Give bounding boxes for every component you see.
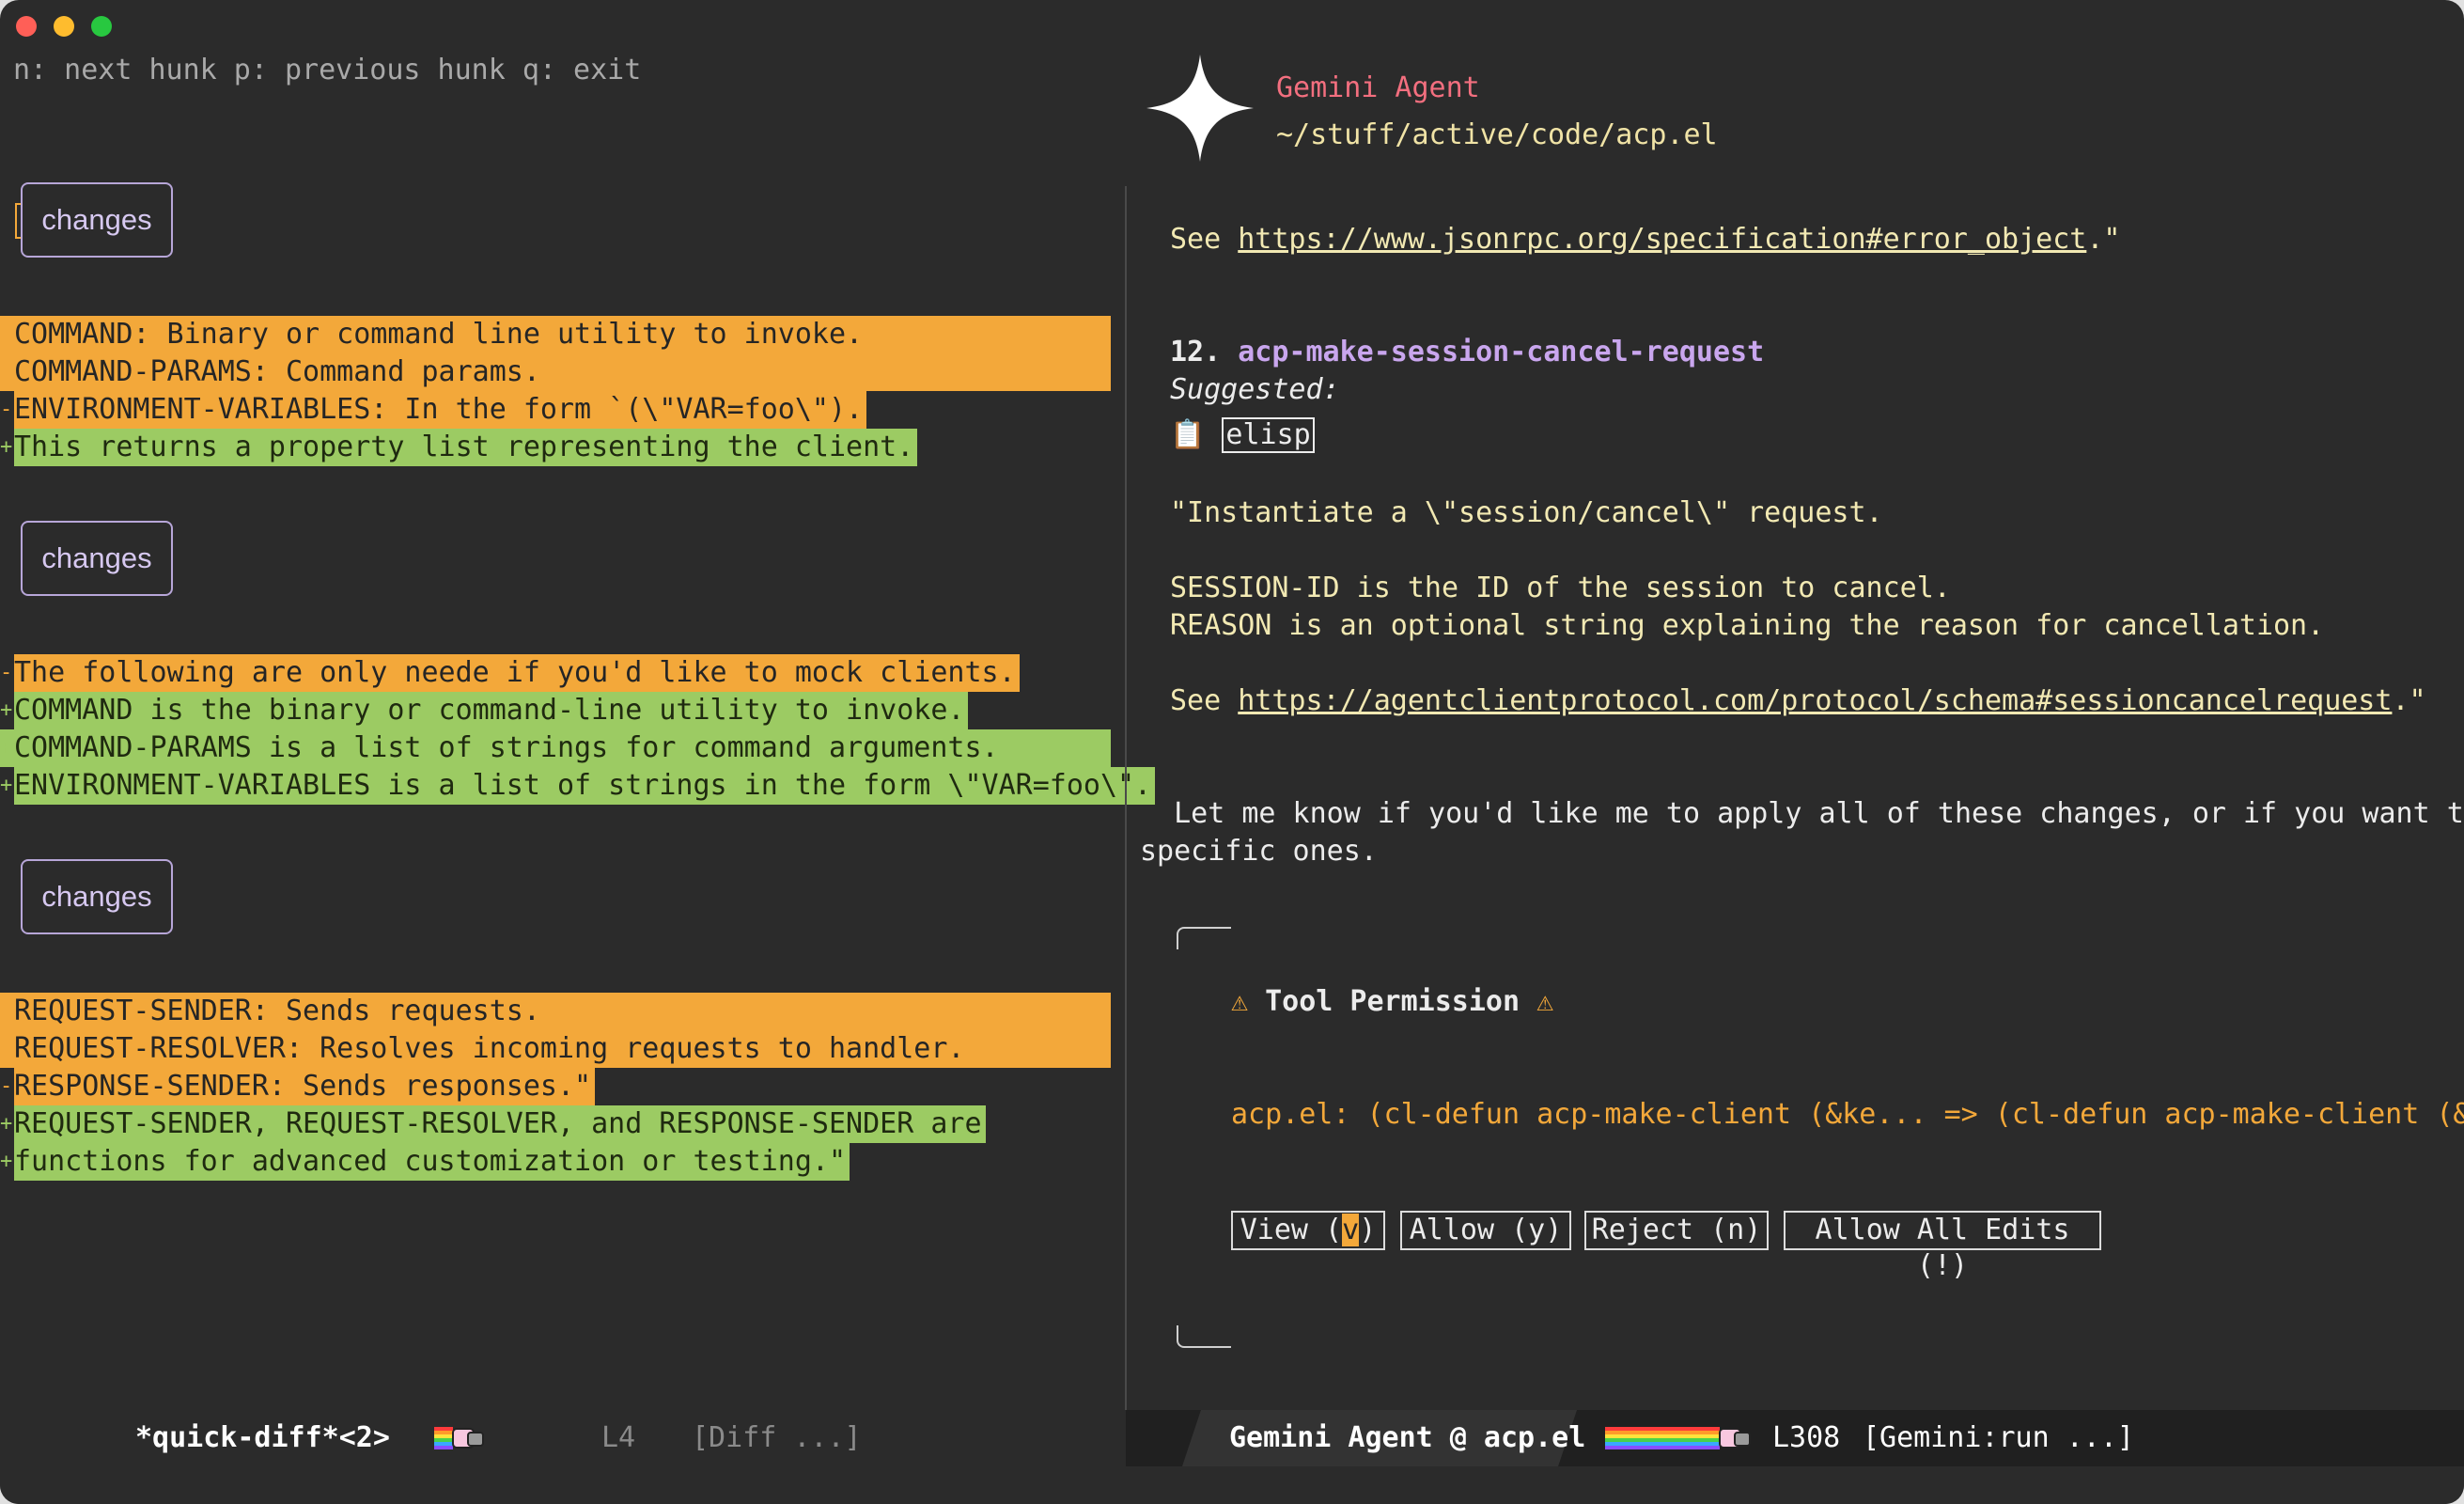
diff-added-line: + This returns a property list representi… <box>0 429 1111 466</box>
permission-frame-bottom <box>1177 1325 1231 1348</box>
diff-line-text: The following are only neede if you'd li… <box>14 654 1020 692</box>
suggested-label: Suggested: <box>1170 373 1340 406</box>
tool-permission-description: acp.el: (cl-defun acp-make-client (&ke..… <box>1231 1098 2464 1131</box>
right-major-mode[interactable]: [Gemini:run ...] <box>1863 1419 2134 1457</box>
diff-sign: - <box>0 398 13 421</box>
diff-line-text: This returns a property list representin… <box>14 429 918 466</box>
diff-sign: - <box>0 661 13 684</box>
diff-added-line: + REQUEST-SENDER, REQUEST-RESOLVER, and R… <box>0 1105 1111 1143</box>
diff-sign: + <box>0 1150 13 1173</box>
agent-path: ~/stuff/active/code/acp.el <box>1276 118 1718 151</box>
diff-line-text: functions for advanced customization or … <box>14 1143 850 1181</box>
view-key: v <box>1342 1214 1360 1246</box>
echo-area[interactable] <box>0 1466 2464 1504</box>
diff-line-text: ENVIRONMENT-VARIABLES: In the form `(\"V… <box>14 391 867 429</box>
diff-added-line: + ENVIRONMENT-VARIABLES is a list of stri… <box>0 767 1156 805</box>
diff-deleted-line: - The following are only neede if you'd l… <box>0 654 1111 692</box>
diff-deleted-line: - REQUEST-SENDER: Sends requests. <box>0 993 1111 1030</box>
diff-line-text: REQUEST-RESOLVER: Resolves incoming requ… <box>14 1030 969 1068</box>
close-window-button[interactable] <box>16 16 37 37</box>
agent-message-line-2: specific ones. <box>1140 835 1378 868</box>
diff-line-text: COMMAND-PARAMS is a list of strings for … <box>14 729 1003 767</box>
diff-sign: + <box>0 435 13 459</box>
elisp-language-tag: elisp <box>1222 417 1315 453</box>
diff-line-text: RESPONSE-SENDER: Sends responses." <box>14 1068 596 1105</box>
diff-line-text: REQUEST-SENDER: Sends requests. <box>14 993 544 1030</box>
agent-name: Gemini Agent <box>1276 71 1480 104</box>
diff-line-text: REQUEST-SENDER, REQUEST-RESOLVER, and RE… <box>14 1105 986 1143</box>
left-buffer-name[interactable]: *quick-diff*<2> <box>135 1419 390 1457</box>
see-line-2: See https://agentclientprotocol.com/prot… <box>1170 682 2426 720</box>
see-prefix-2: See <box>1170 684 1239 717</box>
diff-sign: - <box>0 1074 13 1098</box>
diff-sign: + <box>0 736 13 760</box>
jsonrpc-link[interactable]: https://www.jsonrpc.org/specification#er… <box>1238 223 2086 256</box>
acp-schema-link[interactable]: https://agentclientprotocol.com/protocol… <box>1238 684 2392 717</box>
tool-permission-label: Tool Permission <box>1265 985 1521 1018</box>
agent-message-line-1: Let me know if you'd like me to apply al… <box>1140 797 2464 830</box>
permission-frame-top <box>1177 927 1231 949</box>
code-block-header: 📋 elisp <box>1170 416 1315 454</box>
diff-line-text: COMMAND: Binary or command line utility … <box>14 316 867 353</box>
diff-sign: - <box>0 360 13 384</box>
suggestion-heading: 12. acp-make-session-cancel-request <box>1170 334 1764 371</box>
diff-added-line: + COMMAND is the binary or command-line u… <box>0 692 1111 729</box>
reject-button[interactable]: Reject (n) <box>1584 1211 1769 1250</box>
diff-line-text: ENVIRONMENT-VARIABLES is a list of strin… <box>14 767 1156 805</box>
nyan-cat-progress-icon <box>1605 1423 1759 1449</box>
diff-sign: - <box>0 322 13 346</box>
right-buffer-name[interactable]: Gemini Agent @ acp.el <box>1229 1419 1585 1457</box>
see-suffix: ." <box>2086 223 2121 256</box>
diff-line-text: COMMAND-PARAMS: Command params. <box>14 353 544 391</box>
allow-all-edits-button[interactable]: Allow All Edits (!) <box>1784 1211 2101 1282</box>
diff-added-line: + COMMAND-PARAMS is a list of strings for… <box>0 729 1111 767</box>
doc-line-3: REASON is an optional string explaining … <box>1170 609 2325 642</box>
see-prefix: See <box>1170 223 1239 256</box>
hunk-changes-button-3[interactable]: changes <box>21 859 173 934</box>
function-name: acp-make-session-cancel-request <box>1238 336 1765 368</box>
hunk-changes-button-2[interactable]: changes <box>21 521 173 596</box>
left-line-number: L4 <box>601 1421 636 1454</box>
right-line-number: L308 <box>1772 1421 1841 1454</box>
diff-sign: + <box>0 1112 13 1136</box>
diff-deleted-line: - COMMAND-PARAMS: Command params. <box>0 353 1111 391</box>
emacs-window: n: next hunk p: previous hunk q: exit ch… <box>0 0 2464 1504</box>
diff-sign: + <box>0 774 13 797</box>
nyan-cat-icon <box>434 1423 496 1449</box>
diff-deleted-line: - RESPONSE-SENDER: Sends responses." <box>0 1068 1111 1105</box>
diff-sign: - <box>0 1037 13 1060</box>
see-suffix-2: ." <box>2392 684 2426 717</box>
diff-deleted-line: - ENVIRONMENT-VARIABLES: In the form `(\"… <box>0 391 1111 429</box>
left-major-mode[interactable]: [Diff ...] <box>692 1419 862 1457</box>
gemini-sparkle-icon <box>1146 55 1254 162</box>
tool-permission-title: ⚠ Tool Permission ⚠ <box>1231 983 1553 1021</box>
view-suffix: ) <box>1359 1214 1377 1246</box>
minimize-window-button[interactable] <box>54 16 74 37</box>
maximize-window-button[interactable] <box>91 16 112 37</box>
suggestion-number: 12. <box>1170 336 1239 368</box>
window-divider[interactable] <box>1125 186 1127 1410</box>
doc-line-1: "Instantiate a \"session/cancel\" reques… <box>1170 496 1883 529</box>
doc-line-2: SESSION-ID is the ID of the session to c… <box>1170 572 1951 604</box>
warning-icon: ⚠ <box>1231 985 1249 1018</box>
diff-deleted-line: - COMMAND: Binary or command line utility… <box>0 316 1111 353</box>
diff-sign: - <box>0 999 13 1023</box>
diff-line-text: COMMAND is the binary or command-line ut… <box>14 692 969 729</box>
diff-help-line: n: next hunk p: previous hunk q: exit <box>13 54 642 86</box>
diff-sign: + <box>0 698 13 722</box>
see-line-1: See https://www.jsonrpc.org/specificatio… <box>1170 221 2120 258</box>
diff-added-line: + functions for advanced customization or… <box>0 1143 1111 1181</box>
hunk-changes-button-1[interactable]: changes <box>21 182 173 258</box>
clipboard-icon[interactable]: 📋 <box>1170 418 1205 451</box>
diff-deleted-line: - REQUEST-RESOLVER: Resolves incoming req… <box>0 1030 1111 1068</box>
view-button[interactable]: View (v) <box>1231 1211 1385 1250</box>
view-label: View ( <box>1240 1214 1343 1246</box>
warning-icon: ⚠ <box>1536 985 1554 1018</box>
allow-button[interactable]: Allow (y) <box>1400 1211 1571 1250</box>
